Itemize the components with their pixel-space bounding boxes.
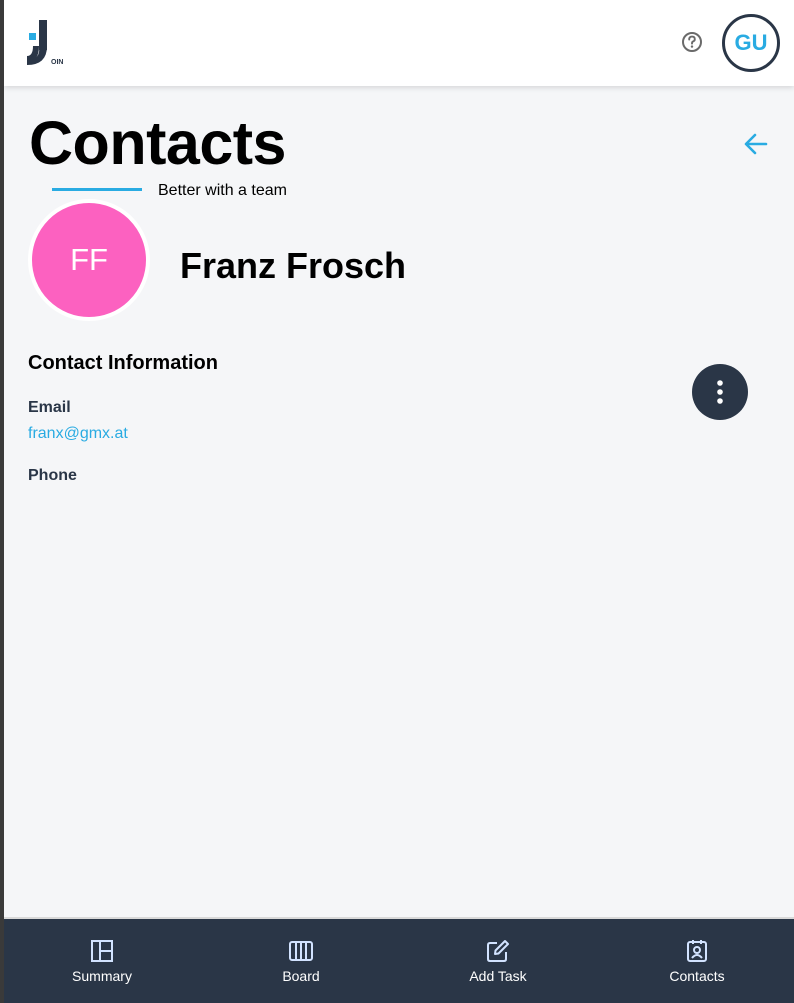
contact-avatar: FF (28, 199, 150, 321)
nav-label-contacts: Contacts (669, 968, 725, 984)
help-icon[interactable] (681, 31, 703, 53)
arrow-left-icon[interactable] (742, 130, 770, 158)
contact-info-heading: Contact Information (28, 352, 218, 374)
nav-item-add-task[interactable]: Add Task (443, 919, 553, 1003)
title-divider (52, 188, 142, 191)
more-vertical-icon (717, 380, 723, 404)
nav-label-add-task: Add Task (469, 968, 527, 984)
logo-subtext: OIN (51, 59, 63, 66)
page-title: Contacts (29, 109, 286, 177)
top-header: OIN GU (4, 0, 794, 86)
contacts-icon (687, 940, 707, 962)
email-label: Email (28, 399, 71, 416)
board-icon (289, 941, 313, 961)
user-avatar[interactable]: GU (722, 14, 780, 72)
bottom-navigation: Summary Board Add Task Contacts (4, 917, 794, 1003)
phone-label: Phone (28, 467, 77, 484)
more-options-button[interactable] (692, 364, 748, 420)
nav-item-summary[interactable]: Summary (47, 919, 157, 1003)
summary-icon (91, 940, 113, 962)
nav-label-summary: Summary (72, 968, 132, 984)
app-window: OIN GU Contacts Better with a team FF Fr… (4, 0, 794, 1003)
nav-item-contacts[interactable]: Contacts (642, 919, 752, 1003)
email-link[interactable]: franx@gmx.at (28, 425, 128, 443)
edit-icon (487, 940, 509, 962)
nav-item-board[interactable]: Board (246, 919, 356, 1003)
join-logo[interactable]: OIN (22, 16, 72, 70)
contact-name: Franz Frosch (180, 245, 407, 286)
nav-label-board: Board (282, 968, 320, 984)
page-subtitle: Better with a team (158, 182, 287, 199)
